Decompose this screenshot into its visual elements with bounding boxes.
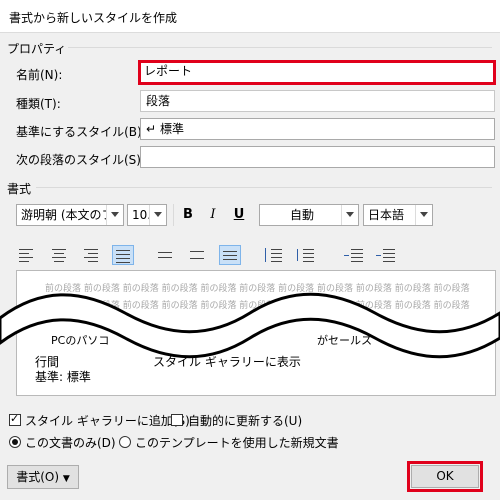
dialog-title: 書式から新しいスタイルを作成 [9, 11, 178, 25]
formatting-divider [36, 187, 492, 188]
paragraph-return-icon: ↵ [146, 122, 157, 136]
font-size-select[interactable]: 10.5 [127, 204, 167, 226]
align-left-icon[interactable] [17, 245, 39, 265]
language-select[interactable]: 日本語 [363, 204, 433, 226]
font-color-select[interactable]: 自動 [259, 204, 359, 226]
bold-button[interactable]: B [178, 205, 198, 225]
single-spacing-icon[interactable] [155, 245, 177, 265]
chevron-down-icon[interactable] [149, 205, 166, 225]
toolbar-separator [173, 204, 174, 226]
auto-update-label[interactable]: 自動的に更新する(U) [188, 412, 302, 429]
new-documents-label[interactable]: このテンプレートを使用した新規文書 [135, 434, 339, 451]
new-documents-radio[interactable] [119, 436, 131, 448]
name-label: 名前(N): [16, 68, 63, 82]
format-button-label: 書式(O) [16, 470, 60, 484]
style-description-base: 基準: 標準 [35, 370, 91, 384]
ok-button[interactable]: OK [411, 465, 479, 488]
font-name-select[interactable]: 游明朝 (本文のフ [16, 204, 124, 226]
decrease-indent-icon[interactable] [343, 245, 365, 265]
chevron-down-icon[interactable] [106, 205, 123, 225]
underline-button[interactable]: U [229, 205, 249, 225]
base-style-select[interactable]: ↵ 標準 [140, 118, 495, 140]
italic-button[interactable]: I [203, 205, 223, 225]
name-input[interactable]: レポート [138, 60, 496, 85]
one-half-spacing-icon[interactable] [187, 245, 209, 265]
properties-section-label: プロパティ [7, 42, 67, 56]
align-center-icon[interactable] [49, 245, 71, 265]
auto-update-checkbox[interactable] [171, 414, 183, 426]
properties-divider [68, 47, 492, 48]
type-label: 種類(T): [16, 97, 61, 111]
type-select[interactable]: 段落 [140, 90, 495, 112]
ok-highlight-frame: OK [407, 461, 483, 492]
this-document-radio[interactable] [9, 436, 21, 448]
decrease-spacing-icon[interactable] [294, 245, 316, 265]
increase-indent-icon[interactable] [375, 245, 397, 265]
align-right-icon[interactable] [80, 245, 102, 265]
next-style-select[interactable] [140, 146, 495, 168]
caret-down-icon: ▼ [62, 474, 70, 484]
base-style-value: 標準 [160, 122, 185, 136]
increase-spacing-icon[interactable] [262, 245, 284, 265]
add-to-gallery-label[interactable]: スタイル ギャラリーに追加(S) [25, 412, 190, 429]
title-bar: 書式から新しいスタイルを作成 [0, 0, 500, 33]
font-name-value: 游明朝 (本文のフ [21, 208, 114, 222]
justify-icon[interactable] [112, 245, 134, 265]
formatting-section-label: 書式 [7, 182, 32, 196]
next-style-label: 次の段落のスタイル(S): [16, 153, 146, 167]
font-color-value: 自動 [290, 208, 315, 222]
this-document-label[interactable]: この文書のみ(D) [25, 434, 116, 451]
chevron-down-icon[interactable] [341, 205, 358, 225]
language-value: 日本語 [368, 208, 405, 222]
wave-overlay [0, 292, 500, 359]
chevron-down-icon[interactable] [415, 205, 432, 225]
add-to-gallery-checkbox[interactable] [9, 412, 21, 426]
format-menu-button[interactable]: 書式(O) ▼ [7, 465, 79, 489]
base-style-label: 基準にするスタイル(B): [16, 125, 146, 139]
double-spacing-icon[interactable] [219, 245, 241, 265]
